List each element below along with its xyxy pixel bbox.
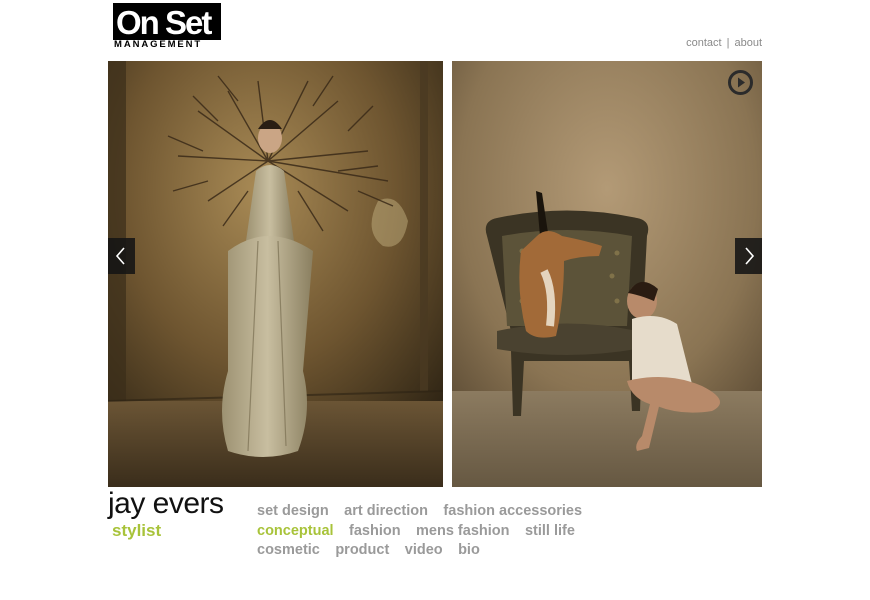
photo-left[interactable] [108,61,443,487]
top-nav: contact | about [686,37,762,49]
category-row-2: conceptual fashion mens fashion still li… [257,521,617,541]
next-arrow-button[interactable] [735,238,762,274]
contact-link[interactable]: contact [686,37,721,49]
artist-name: jay evers [108,487,224,520]
photo-woman-branches [108,61,443,487]
about-link[interactable]: about [734,37,762,49]
category-row-1: set design art direction fashion accesso… [257,501,617,521]
category-bio[interactable]: bio [458,542,480,558]
play-icon [728,70,753,95]
photo-woman-chair-antelope [452,61,762,487]
nav-separator: | [726,37,730,49]
play-button[interactable] [727,69,754,96]
category-cosmetic[interactable]: cosmetic [257,542,320,558]
prev-arrow-button[interactable] [108,238,135,274]
category-menu: set design art direction fashion accesso… [257,501,617,560]
category-fashion[interactable]: fashion [349,523,401,539]
photo-right[interactable] [452,61,762,487]
chevron-right-icon [745,247,755,265]
category-conceptual[interactable]: conceptual [257,523,334,539]
category-still-life[interactable]: still life [525,523,575,539]
category-art-direction[interactable]: art direction [344,503,428,519]
logo[interactable]: On Set MANAGEMENT [113,3,221,50]
logo-block: On Set [113,3,221,40]
category-product[interactable]: product [335,542,389,558]
category-set-design[interactable]: set design [257,503,329,519]
logo-sub-text: MANAGEMENT [114,39,203,50]
category-mens-fashion[interactable]: mens fashion [416,523,509,539]
category-row-3: cosmetic product video bio [257,540,617,560]
category-video[interactable]: video [405,542,443,558]
logo-main-text: On Set [116,4,212,41]
category-fashion-accessories[interactable]: fashion accessories [443,503,582,519]
chevron-left-icon [115,247,125,265]
artist-role: stylist [112,521,162,540]
